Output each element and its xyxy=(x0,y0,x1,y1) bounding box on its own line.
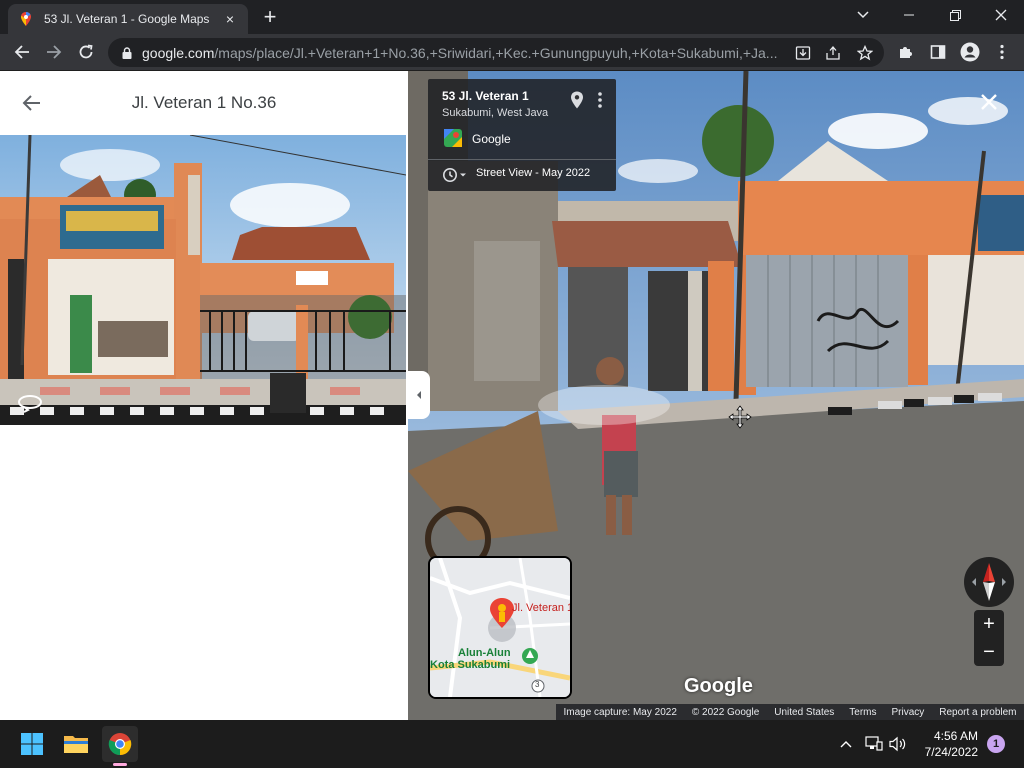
start-button[interactable] xyxy=(14,726,50,762)
google-maps-favicon-icon xyxy=(21,12,31,26)
volume-button[interactable] xyxy=(888,734,908,754)
network-icon xyxy=(865,736,883,751)
folder-icon xyxy=(64,736,88,753)
place-photo-panel: Jl. Veteran 1 No.36 xyxy=(0,71,408,720)
star-icon xyxy=(857,45,873,61)
copyright-label: © 2022 Google xyxy=(691,706,760,718)
bookmark-button[interactable] xyxy=(854,42,876,64)
more-vert-icon xyxy=(1000,44,1004,60)
minimap-park-label-line1: Alun-Alun xyxy=(458,647,511,659)
privacy-link[interactable]: Privacy xyxy=(891,707,924,718)
browser-toolbar: google.com/maps/place/Jl.+Veteran+1+No.3… xyxy=(0,34,1024,71)
close-window-button[interactable] xyxy=(978,0,1024,30)
new-tab-button[interactable]: + xyxy=(258,6,282,30)
more-vert-icon[interactable] xyxy=(594,91,606,109)
url-text[interactable]: google.com/maps/place/Jl.+Veteran+1+No.3… xyxy=(142,45,782,61)
close-icon[interactable] xyxy=(980,93,998,111)
minimap-graphic xyxy=(430,558,570,697)
side-panel-icon xyxy=(930,45,946,59)
place-photo[interactable] xyxy=(0,135,406,425)
address-bar[interactable]: google.com/maps/place/Jl.+Veteran+1+No.3… xyxy=(108,38,884,67)
arrow-left-icon xyxy=(14,45,29,59)
tab-title: 53 Jl. Veteran 1 - Google Maps xyxy=(44,12,210,26)
location-pin-icon[interactable] xyxy=(570,91,584,109)
tab-search-button[interactable] xyxy=(840,0,886,30)
chevron-left-icon xyxy=(417,391,421,399)
move-cursor-icon xyxy=(728,405,752,429)
minimize-button[interactable] xyxy=(886,0,932,30)
chrome-menu-button[interactable] xyxy=(988,38,1016,66)
url-domain: google.com xyxy=(142,44,215,61)
share-button[interactable] xyxy=(822,42,844,64)
url-path: /maps/place/Jl.+Veteran+1+No.36,+Sriwida… xyxy=(214,44,778,61)
country-link[interactable]: United States xyxy=(774,707,834,718)
chrome-taskbar-button[interactable] xyxy=(102,726,138,762)
tab-google-maps[interactable]: 53 Jl. Veteran 1 - Google Maps × xyxy=(8,4,248,34)
image-capture-label: Image capture: May 2022 xyxy=(563,706,677,718)
share-icon xyxy=(826,46,840,60)
google-maps-logo-icon xyxy=(444,129,462,147)
storefront-photo-illustration xyxy=(0,135,406,425)
system-clock[interactable]: 4:56 AM 7/24/2022 xyxy=(908,728,978,760)
minimap-road-number: 3 xyxy=(535,680,540,689)
history-clock-icon[interactable] xyxy=(442,167,470,183)
restore-icon xyxy=(949,9,961,21)
minimap-place-label: Jl. Veteran 1 No. 36, Sriwidari xyxy=(512,602,570,614)
tab-close-icon[interactable]: × xyxy=(222,11,238,27)
provider-label: Google xyxy=(472,132,511,146)
collapse-panel-button[interactable] xyxy=(408,371,430,419)
extensions-button[interactable] xyxy=(892,38,920,66)
compass-icon xyxy=(972,563,1006,601)
notification-badge[interactable]: 1 xyxy=(987,735,1005,753)
street-view-info-card: 53 Jl. Veteran 1 Sukabumi, West Java Goo… xyxy=(428,79,616,191)
close-icon xyxy=(995,9,1007,21)
back-button[interactable] xyxy=(8,38,36,66)
avatar-icon xyxy=(960,42,980,62)
windows-taskbar: 4:56 AM 7/24/2022 1 xyxy=(0,720,1024,768)
compass-button[interactable] xyxy=(964,557,1014,607)
clock-time: 4:56 AM xyxy=(933,729,978,743)
google-watermark: Google xyxy=(684,675,753,697)
street-view-footer: Image capture: May 2022 © 2022 Google Un… xyxy=(556,704,1024,720)
tab-strip: 53 Jl. Veteran 1 - Google Maps × + xyxy=(0,0,1024,34)
chrome-icon xyxy=(108,733,132,756)
terms-link[interactable]: Terms xyxy=(849,707,876,718)
reload-button[interactable] xyxy=(72,38,100,66)
street-view-place-subtitle: Sukabumi, West Java xyxy=(442,107,549,119)
forward-button[interactable] xyxy=(40,38,68,66)
chevron-down-icon xyxy=(857,11,869,19)
report-problem-link[interactable]: Report a problem xyxy=(939,707,1016,718)
clock-date: 7/24/2022 xyxy=(924,745,978,759)
windows-logo-icon xyxy=(21,733,43,755)
street-view-panorama[interactable]: 53 Jl. Veteran 1 Sukabumi, West Java Goo… xyxy=(408,71,1024,720)
street-view-capture-date[interactable]: Street View - May 2022 xyxy=(476,167,590,179)
puzzle-icon xyxy=(900,47,912,58)
info-divider xyxy=(428,159,616,160)
install-app-button[interactable] xyxy=(792,42,814,64)
restore-button[interactable] xyxy=(932,0,978,30)
network-button[interactable] xyxy=(864,734,884,754)
screen: 53 Jl. Veteran 1 - Google Maps × + googl… xyxy=(0,0,1024,768)
rotate-360-icon[interactable] xyxy=(16,393,44,413)
panel-header: Jl. Veteran 1 No.36 xyxy=(0,71,408,135)
file-explorer-button[interactable] xyxy=(58,726,94,762)
speaker-icon xyxy=(889,736,906,752)
profile-button[interactable] xyxy=(956,38,984,66)
minimap[interactable]: Jl. Veteran 1 No. 36, Sriwidari Alun-Alu… xyxy=(428,556,572,699)
active-app-indicator xyxy=(113,763,127,766)
minimize-icon xyxy=(904,14,914,16)
zoom-in-button[interactable]: + xyxy=(974,610,1004,638)
minimap-park-label-line2: Kota Sukabumi xyxy=(430,659,511,671)
download-icon xyxy=(795,46,811,60)
chevron-up-icon xyxy=(840,741,852,748)
panel-title: Jl. Veteran 1 No.36 xyxy=(131,93,277,112)
zoom-out-button[interactable]: − xyxy=(974,638,1004,666)
lock-icon[interactable] xyxy=(120,46,134,60)
show-hidden-icons-button[interactable] xyxy=(836,734,856,754)
arrow-right-icon xyxy=(47,45,62,59)
zoom-controls: + − xyxy=(974,610,1004,666)
reload-icon xyxy=(79,44,93,59)
side-panel-button[interactable] xyxy=(924,38,952,66)
street-view-place-name[interactable]: 53 Jl. Veteran 1 xyxy=(442,89,529,103)
